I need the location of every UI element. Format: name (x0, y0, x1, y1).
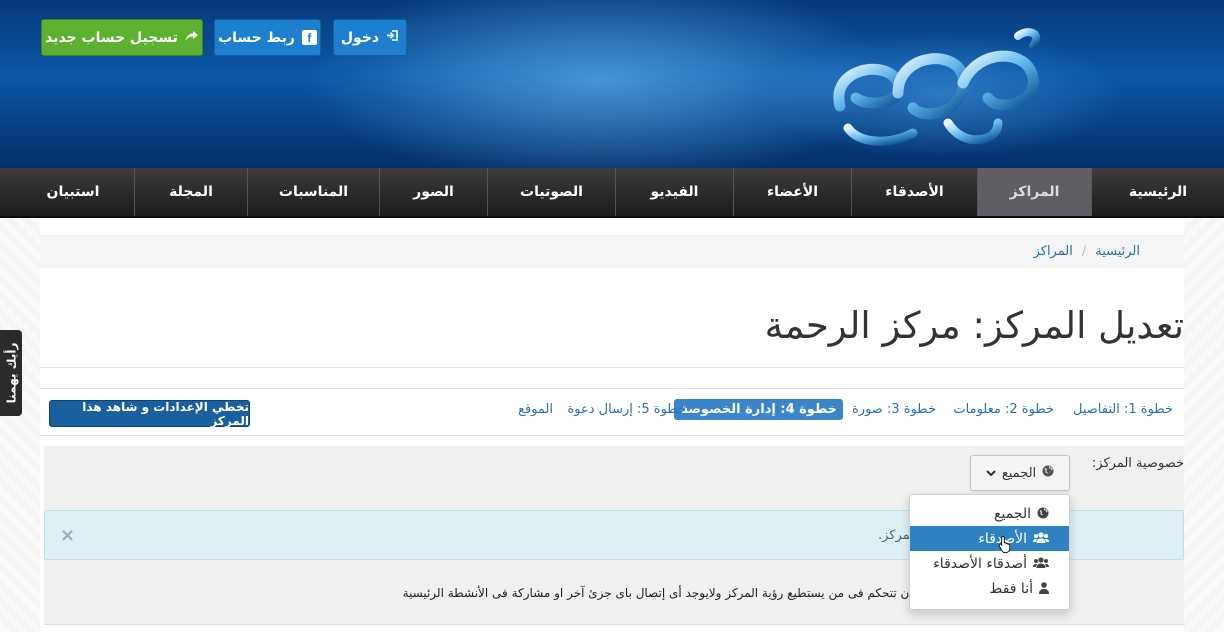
users-icon (1033, 556, 1049, 571)
site-logo[interactable] (828, 28, 1048, 158)
feedback-tab-label: رأيك يهمنا (4, 342, 19, 404)
background-pattern-right (1184, 218, 1224, 632)
breadcrumb-centers[interactable]: المراكز (1034, 244, 1073, 259)
background-pattern-left (0, 218, 40, 632)
user-icon (1039, 581, 1049, 596)
link-account-button[interactable]: ربط حساب f (214, 19, 321, 56)
close-icon[interactable]: × (60, 525, 75, 546)
step-invite[interactable]: خطوة 5: إرسال دعوة (567, 402, 686, 417)
step-privacy[interactable]: خطوة 4: إدارة الخصوصة (674, 399, 843, 420)
breadcrumb-separator: / (1081, 244, 1087, 259)
site-header: دخول ربط حساب f تسجيل حساب جديد (0, 0, 1224, 168)
main-nav: الرئيسية المراكز الأصدقاء الأعضاء الفيدي… (0, 168, 1224, 218)
nav-label: استبيان (46, 184, 100, 200)
nav-label: الأصدقاء (885, 184, 944, 200)
hand-cursor-icon (998, 536, 1011, 553)
privacy-option-friends[interactable]: الأصدقاء (910, 526, 1069, 551)
step-photo[interactable]: خطوة 3: صورة (852, 402, 936, 417)
privacy-dropdown-menu: الجميع الأصدقاء أصدقاء الأصدقاء أنا فقط (909, 494, 1070, 610)
nav-item-home[interactable]: الرئيسية (1091, 168, 1224, 216)
skip-settings-button[interactable]: تخطي الإعدادات و شاهد هذا المركز (49, 400, 250, 428)
globe-icon (1037, 507, 1049, 521)
breadcrumb-home[interactable]: الرئيسية (1095, 244, 1140, 259)
nav-label: الرئيسية (1128, 184, 1188, 200)
feedback-tab[interactable]: رأيك يهمنا (0, 330, 22, 416)
privacy-select[interactable]: الجميع (970, 455, 1070, 491)
nav-item-magazine[interactable]: المجلة (134, 168, 247, 216)
nav-label: الأعضاء (767, 184, 818, 200)
nav-item-friends[interactable]: الأصدقاء (851, 168, 977, 216)
nav-item-survey[interactable]: استبيان (12, 168, 134, 216)
facebook-icon: f (301, 30, 317, 45)
nav-label: الصوتيات (520, 184, 583, 200)
nav-label: المجلة (169, 184, 213, 200)
nav-label: الفيديو (650, 184, 699, 200)
breadcrumb: الرئيسية / المراكز (40, 235, 1184, 268)
nav-label: المراكز (1009, 184, 1060, 200)
nav-item-members[interactable]: الأعضاء (733, 168, 851, 216)
privacy-option-only-me[interactable]: أنا فقط (910, 576, 1069, 601)
privacy-option-friends-of-friends[interactable]: أصدقاء الأصدقاء (910, 551, 1069, 576)
nav-item-audio[interactable]: الصوتيات (487, 168, 615, 216)
register-label: تسجيل حساب جديد (45, 29, 178, 46)
nav-item-video[interactable]: الفيديو (615, 168, 733, 216)
help-text: تستطيع ان تتحكم فى من يستطيع رؤية المركز… (402, 586, 954, 600)
link-account-label: ربط حساب (218, 29, 295, 46)
nav-item-centers[interactable]: المراكز (977, 168, 1091, 216)
share-arrow-icon (185, 30, 199, 46)
privacy-option-everyone[interactable]: الجميع (910, 501, 1069, 526)
option-label: أنا فقط (989, 580, 1033, 597)
divider (44, 624, 1184, 625)
privacy-label: خصوصية المركز: (1091, 456, 1184, 471)
users-icon (1033, 531, 1049, 546)
chevron-down-icon (986, 466, 996, 481)
nav-label: المناسبات (278, 184, 349, 200)
divider (40, 367, 1184, 368)
step-details[interactable]: خطوة 1: التفاصيل (1073, 402, 1173, 417)
register-button[interactable]: تسجيل حساب جديد (41, 19, 203, 56)
step-info[interactable]: خطوة 2: معلومات (953, 402, 1054, 417)
option-label: الجميع (994, 505, 1031, 522)
login-button[interactable]: دخول (333, 19, 407, 56)
option-label: أصدقاء الأصدقاء (933, 555, 1027, 572)
privacy-select-value: الجميع (1001, 465, 1037, 481)
sign-in-icon (386, 29, 399, 46)
globe-icon (1042, 465, 1054, 481)
step-location[interactable]: الموقع (518, 402, 553, 417)
login-button-label: دخول (340, 29, 380, 46)
page-title: تعديل المركز: مركز الرحمة (764, 304, 1184, 347)
wizard-steps: خطوة 1: التفاصيل خطوة 2: معلومات خطوة 3:… (40, 388, 1184, 436)
nav-item-events[interactable]: المناسبات (247, 168, 379, 216)
nav-item-photos[interactable]: الصور (379, 168, 487, 216)
nav-label: الصور (413, 184, 454, 200)
